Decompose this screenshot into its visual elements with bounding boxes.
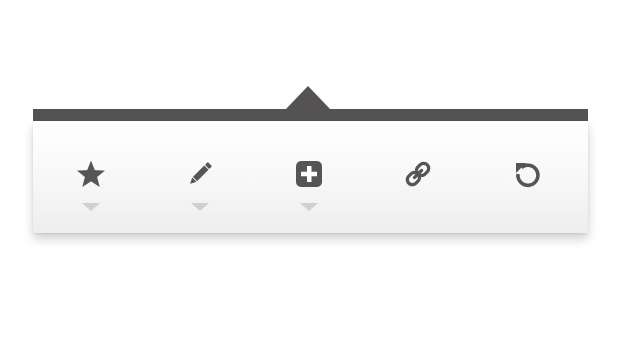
popover-top-bar — [33, 109, 588, 121]
link-icon — [402, 158, 434, 190]
canvas — [0, 0, 618, 348]
toolbar-panel — [33, 121, 588, 233]
link-button[interactable] — [383, 121, 453, 233]
popover-pointer — [285, 86, 331, 110]
plus-box-icon — [293, 158, 325, 190]
edit-button[interactable] — [165, 121, 235, 233]
pencil-icon — [184, 158, 216, 190]
edit-dropdown-caret[interactable] — [191, 203, 209, 211]
toolbar-popover — [33, 86, 588, 233]
favorite-button[interactable] — [56, 121, 126, 233]
add-dropdown-caret[interactable] — [300, 203, 318, 211]
add-button[interactable] — [274, 121, 344, 233]
refresh-icon — [512, 158, 544, 190]
refresh-button[interactable] — [493, 121, 563, 233]
star-icon — [75, 158, 107, 190]
favorite-dropdown-caret[interactable] — [82, 203, 100, 211]
